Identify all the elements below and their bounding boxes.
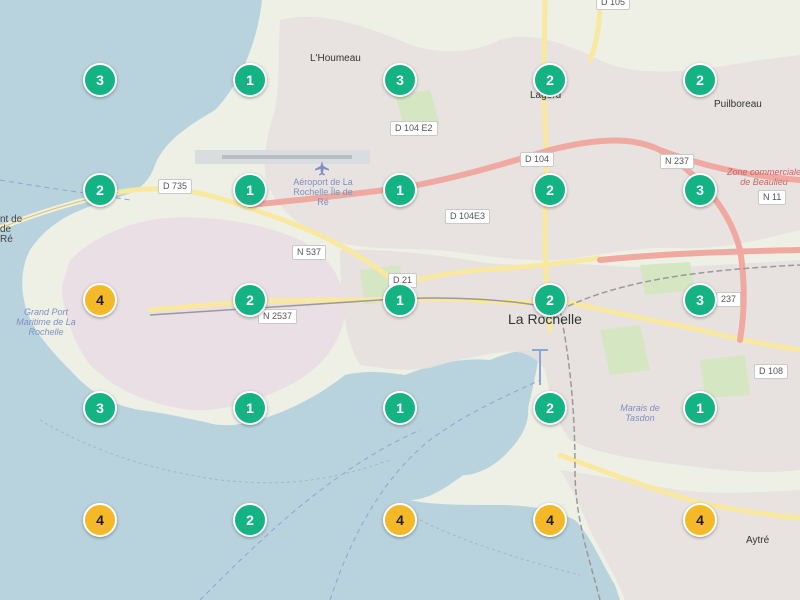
cluster-count: 3 bbox=[396, 72, 404, 88]
cluster-count: 1 bbox=[396, 182, 404, 198]
cluster-marker[interactable]: 2 bbox=[233, 283, 267, 317]
road-n11: N 11 bbox=[758, 190, 787, 205]
cluster-marker[interactable]: 3 bbox=[83, 63, 117, 97]
cluster-count: 2 bbox=[696, 72, 704, 88]
road-n237-mid: 237 bbox=[716, 292, 742, 307]
cluster-count: 1 bbox=[246, 182, 254, 198]
cluster-count: 1 bbox=[246, 72, 254, 88]
road-n2537: N 2537 bbox=[258, 309, 298, 324]
cluster-count: 4 bbox=[96, 292, 104, 308]
cluster-marker[interactable]: 2 bbox=[83, 173, 117, 207]
road-d104e2: D 104 E2 bbox=[390, 121, 438, 136]
cluster-marker[interactable]: 4 bbox=[83, 283, 117, 317]
airport-strip bbox=[222, 155, 352, 159]
cluster-count: 3 bbox=[696, 292, 704, 308]
cluster-marker[interactable]: 2 bbox=[533, 63, 567, 97]
cluster-count: 2 bbox=[546, 182, 554, 198]
road-n537: N 537 bbox=[292, 245, 327, 260]
cluster-marker[interactable]: 2 bbox=[533, 173, 567, 207]
cluster-count: 1 bbox=[696, 400, 704, 416]
cluster-count: 4 bbox=[696, 512, 704, 528]
cluster-marker[interactable]: 1 bbox=[383, 391, 417, 425]
cluster-marker[interactable]: 1 bbox=[233, 63, 267, 97]
cluster-marker[interactable]: 2 bbox=[533, 283, 567, 317]
cluster-marker[interactable]: 1 bbox=[233, 391, 267, 425]
road-d105: D 105 bbox=[596, 0, 631, 10]
road-d104: D 104 bbox=[520, 152, 555, 167]
cluster-count: 2 bbox=[546, 292, 554, 308]
road-d104e3: D 104E3 bbox=[445, 209, 491, 224]
cluster-count: 3 bbox=[96, 400, 104, 416]
cluster-marker[interactable]: 2 bbox=[233, 503, 267, 537]
cluster-marker[interactable]: 3 bbox=[383, 63, 417, 97]
road-d735: D 735 bbox=[158, 179, 193, 194]
cluster-marker[interactable]: 3 bbox=[683, 283, 717, 317]
cluster-count: 4 bbox=[546, 512, 554, 528]
map-view[interactable]: L'Houmeau Lagord Puilboreau La Rochelle … bbox=[0, 0, 800, 600]
cluster-marker[interactable]: 4 bbox=[83, 503, 117, 537]
road-d108: D 108 bbox=[754, 364, 789, 379]
cluster-marker[interactable]: 3 bbox=[83, 391, 117, 425]
road-n237-top: N 237 bbox=[660, 154, 695, 169]
cluster-marker[interactable]: 1 bbox=[383, 283, 417, 317]
cluster-count: 1 bbox=[246, 400, 254, 416]
cluster-count: 4 bbox=[396, 512, 404, 528]
cluster-count: 4 bbox=[96, 512, 104, 528]
cluster-marker[interactable]: 4 bbox=[383, 503, 417, 537]
park-patch-4 bbox=[700, 355, 750, 398]
cluster-count: 2 bbox=[546, 400, 554, 416]
cluster-count: 1 bbox=[396, 400, 404, 416]
cluster-marker[interactable]: 2 bbox=[533, 391, 567, 425]
cluster-marker[interactable]: 1 bbox=[233, 173, 267, 207]
cluster-count: 3 bbox=[696, 182, 704, 198]
cluster-count: 1 bbox=[396, 292, 404, 308]
cluster-count: 2 bbox=[96, 182, 104, 198]
cluster-marker[interactable]: 1 bbox=[683, 391, 717, 425]
cluster-count: 2 bbox=[246, 512, 254, 528]
cluster-count: 2 bbox=[546, 72, 554, 88]
cluster-marker[interactable]: 4 bbox=[533, 503, 567, 537]
cluster-count: 2 bbox=[246, 292, 254, 308]
cluster-marker[interactable]: 4 bbox=[683, 503, 717, 537]
cluster-count: 3 bbox=[96, 72, 104, 88]
cluster-marker[interactable]: 3 bbox=[683, 173, 717, 207]
cluster-marker[interactable]: 2 bbox=[683, 63, 717, 97]
cluster-marker[interactable]: 1 bbox=[383, 173, 417, 207]
